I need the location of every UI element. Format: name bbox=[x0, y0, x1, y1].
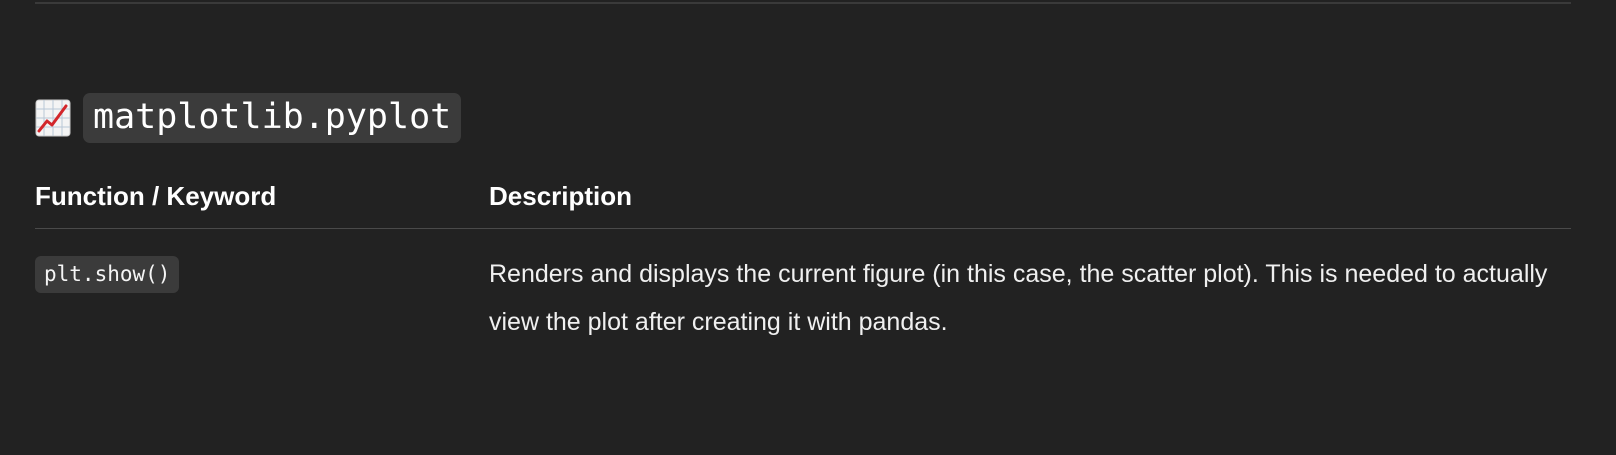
function-description: Renders and displays the current figure … bbox=[489, 260, 1548, 336]
chart-increasing-icon bbox=[35, 99, 71, 137]
column-header-function: Function / Keyword bbox=[35, 181, 277, 211]
table-header-divider bbox=[35, 228, 1571, 229]
function-code: plt.show() bbox=[35, 256, 180, 293]
section-divider bbox=[35, 2, 1571, 4]
section-heading: matplotlib.pyplot bbox=[35, 93, 462, 143]
section-title: matplotlib.pyplot bbox=[83, 93, 462, 143]
document-page: matplotlib.pyplot Function / Keyword Des… bbox=[0, 0, 1616, 455]
column-header-description: Description bbox=[489, 181, 633, 211]
